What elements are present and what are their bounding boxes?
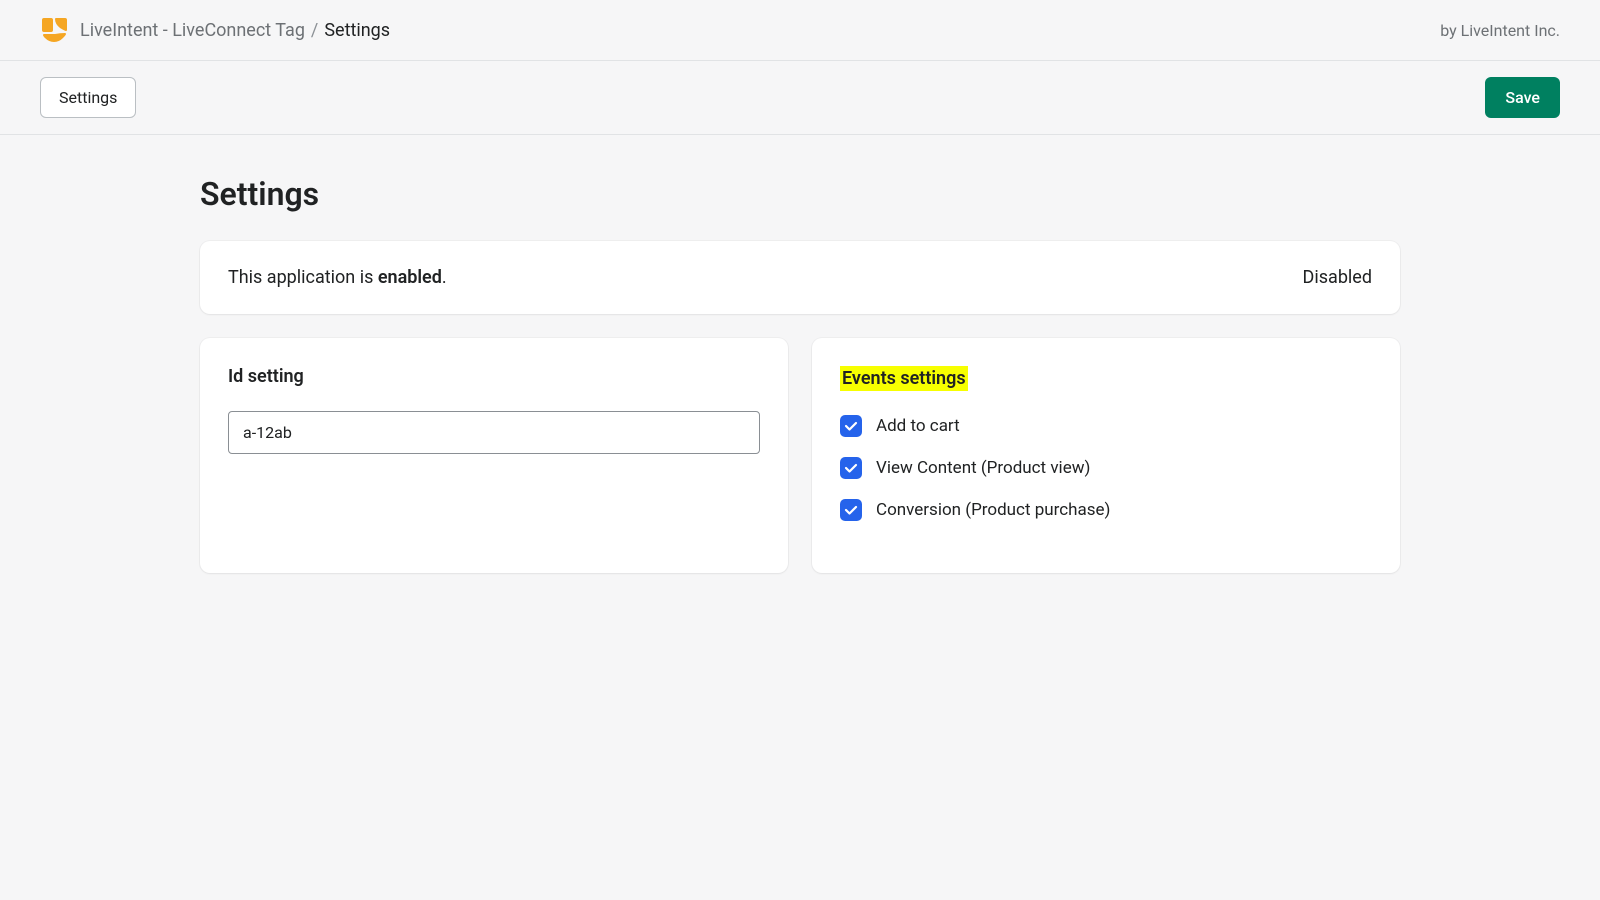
events-settings-card: Events settings Add to cart [812,338,1400,573]
by-line: by LiveIntent Inc. [1440,21,1560,40]
checkbox-label: Add to cart [876,416,960,436]
breadcrumb-parent[interactable]: LiveIntent - LiveConnect Tag [80,20,305,41]
id-setting-card: Id setting [200,338,788,573]
id-setting-title: Id setting [228,366,760,387]
status-text: This application is enabled. [228,267,447,288]
settings-button[interactable]: Settings [40,77,136,118]
app-header: LiveIntent - LiveConnect Tag / Settings … [0,0,1600,61]
header-left: LiveIntent - LiveConnect Tag / Settings [40,16,390,44]
checkbox-view-content[interactable] [840,457,862,479]
events-settings-title: Events settings [840,366,968,391]
status-prefix: This application is [228,267,378,288]
breadcrumb: LiveIntent - LiveConnect Tag / Settings [80,20,390,41]
checkbox-add-to-cart[interactable] [840,415,862,437]
status-suffix: . [442,267,447,288]
main-content: Settings This application is enabled. Di… [200,135,1400,613]
checkbox-label: Conversion (Product purchase) [876,500,1110,520]
breadcrumb-separator: / [311,20,318,41]
checkbox-item-view-content: View Content (Product view) [840,457,1372,479]
check-icon [844,419,858,433]
check-icon [844,461,858,475]
checkbox-item-add-to-cart: Add to cart [840,415,1372,437]
toolbar: Settings Save [0,61,1600,135]
save-button[interactable]: Save [1485,77,1560,118]
status-state: enabled [378,267,442,288]
checkbox-conversion[interactable] [840,499,862,521]
id-input[interactable] [228,411,760,454]
status-toggle[interactable]: Disabled [1303,267,1372,288]
check-icon [844,503,858,517]
liveintent-logo-icon [40,16,68,44]
cards-row: Id setting Events settings Add to cart [200,338,1400,573]
breadcrumb-current: Settings [324,20,390,41]
checkbox-label: View Content (Product view) [876,458,1090,478]
events-checkbox-list: Add to cart View Content (Product view) [840,415,1372,521]
status-card: This application is enabled. Disabled [200,241,1400,314]
page-title: Settings [200,175,1400,213]
checkbox-item-conversion: Conversion (Product purchase) [840,499,1372,521]
